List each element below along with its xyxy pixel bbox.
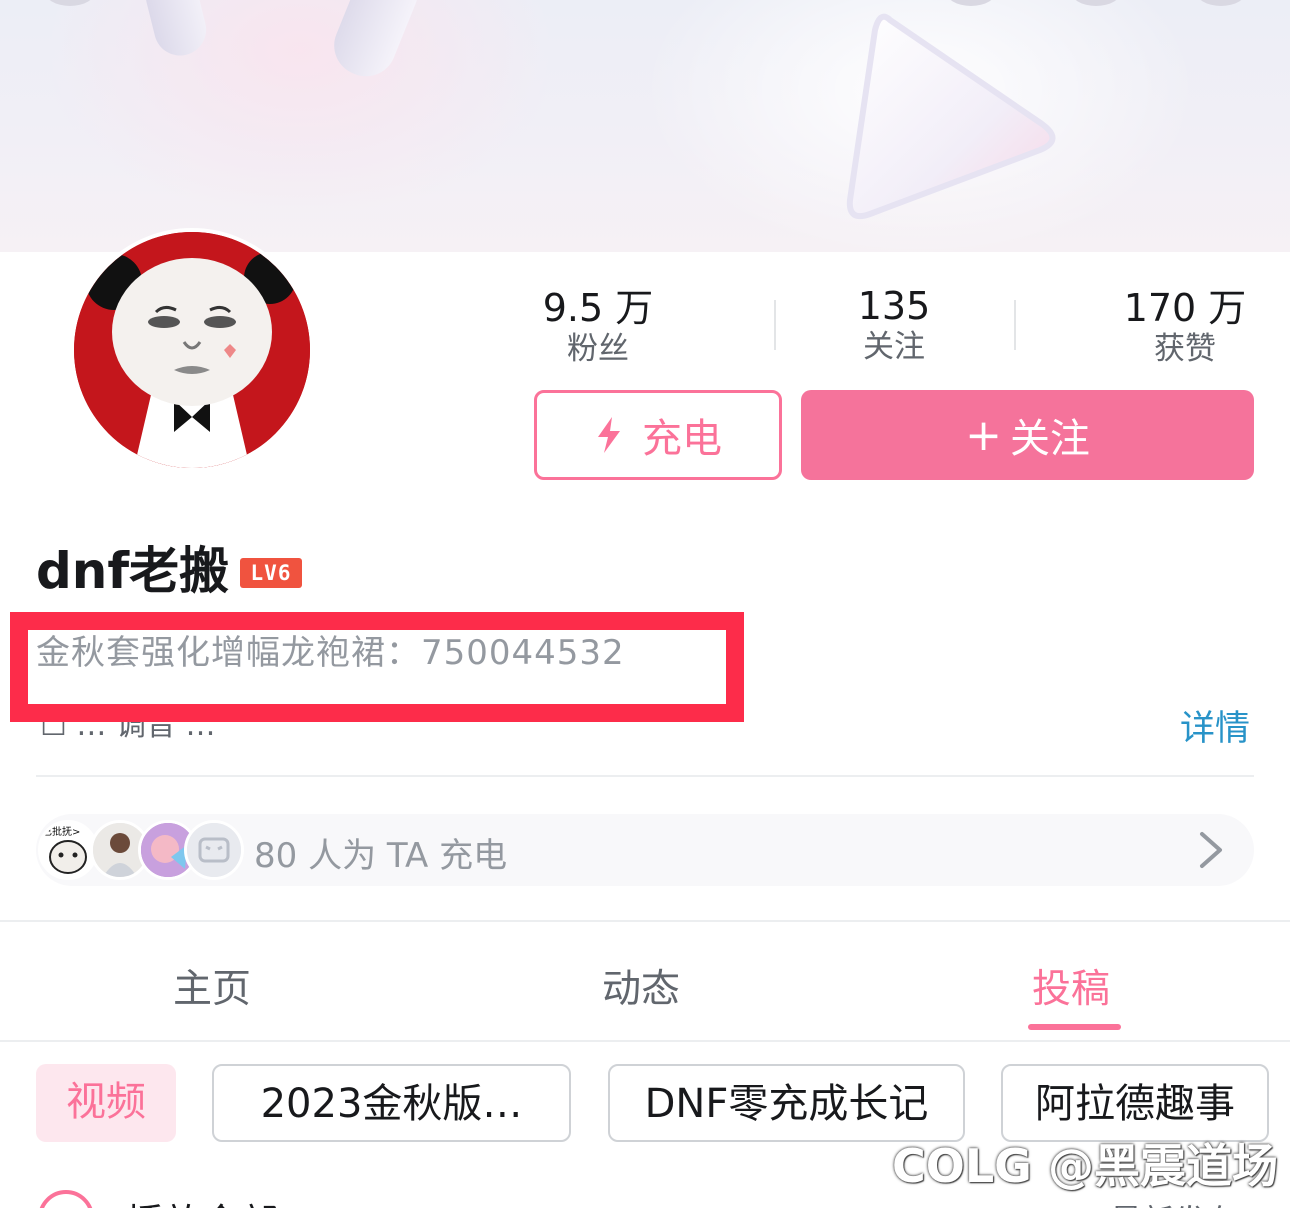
chip-video[interactable]: 视频 bbox=[36, 1064, 176, 1142]
play-all-icon[interactable] bbox=[38, 1190, 94, 1208]
charge-button-label: 充电 bbox=[642, 416, 722, 462]
stat-likes-value: 170 万 bbox=[1123, 286, 1247, 330]
username: dnf老搬 bbox=[36, 542, 230, 600]
plus-icon: + bbox=[965, 409, 1002, 461]
play-all-label[interactable]: 播放全部 bbox=[126, 1192, 278, 1208]
tab-dynamics[interactable]: 动态 bbox=[602, 958, 680, 1014]
supporter-avatar bbox=[184, 820, 244, 880]
tab-active-indicator bbox=[1028, 1024, 1121, 1030]
stat-likes-label: 获赞 bbox=[1154, 331, 1216, 367]
details-link[interactable]: 详情 bbox=[1180, 700, 1250, 751]
sort-label[interactable]: 最新发布 bbox=[1110, 1196, 1238, 1208]
avatar-icon bbox=[74, 232, 310, 468]
profile-banner bbox=[0, 0, 1290, 252]
bio-text: 金秋套强化增幅龙袍裙：750044532 bbox=[36, 633, 625, 673]
stat-fans-value: 9.5 万 bbox=[542, 286, 654, 330]
watermark: COLG @黑震道场 bbox=[892, 1139, 1278, 1193]
stat-following-label: 关注 bbox=[863, 329, 925, 365]
level-badge: LV6 bbox=[240, 558, 302, 588]
avatar[interactable] bbox=[70, 228, 314, 472]
follow-button-label: 关注 bbox=[1009, 416, 1090, 462]
stat-likes[interactable]: 170 万 获赞 bbox=[1105, 286, 1265, 368]
follow-button[interactable]: + 关注 bbox=[801, 390, 1254, 480]
banner-play-decoration-icon bbox=[846, 13, 1056, 220]
charge-button[interactable]: 充电 bbox=[534, 390, 782, 480]
tabs-divider bbox=[0, 1040, 1290, 1042]
stat-fans[interactable]: 9.5 万 粉丝 bbox=[518, 286, 678, 368]
stat-following-value: 135 bbox=[857, 284, 931, 328]
stat-following[interactable]: 135 关注 bbox=[814, 284, 974, 366]
divider bbox=[36, 775, 1254, 777]
bolt-icon bbox=[598, 417, 620, 453]
tab-submissions[interactable]: 投稿 bbox=[1032, 958, 1110, 1014]
tab-home[interactable]: 主页 bbox=[173, 958, 251, 1014]
stat-fans-label: 粉丝 bbox=[567, 331, 629, 367]
stat-divider bbox=[774, 300, 776, 350]
section-divider bbox=[0, 920, 1290, 922]
supporter-badge-text: 已批抚> bbox=[42, 825, 80, 838]
chevron-right-icon[interactable] bbox=[1196, 830, 1226, 870]
charge-count-text: 80 人为 TA 充电 bbox=[254, 836, 508, 876]
stat-divider bbox=[1014, 300, 1016, 350]
chip-collection-2023[interactable]: 2023金秋版… bbox=[212, 1064, 571, 1142]
supporter-avatar: 已批抚> bbox=[38, 820, 98, 880]
